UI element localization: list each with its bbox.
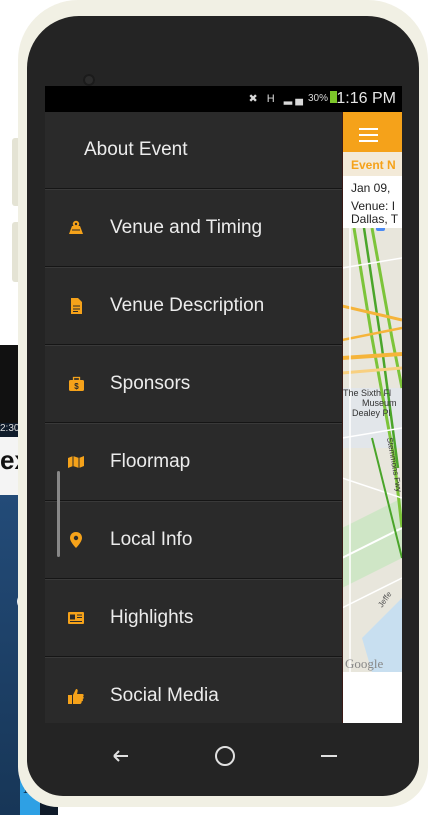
drawer-item-sponsors[interactable]: $ Sponsors (45, 346, 342, 422)
drawer-item-venue-description[interactable]: Venue Description (45, 268, 342, 344)
document-icon (71, 298, 82, 314)
event-date: Jan 09, (351, 181, 391, 195)
back-button[interactable] (101, 741, 141, 771)
thumbs-up-icon (68, 689, 84, 704)
drawer-item-floormap[interactable]: Floormap (45, 424, 342, 500)
network-type-icon: H (266, 93, 278, 105)
status-time: 1:16 PM (336, 90, 396, 107)
location-pin-icon (70, 532, 82, 548)
briefcase-dollar-icon: $ (69, 376, 84, 391)
event-city: Dallas, T (351, 212, 399, 226)
drawer-item-label: Local Info (110, 529, 193, 550)
folded-map-icon (68, 456, 84, 468)
drawer-item-label: Venue Description (110, 295, 265, 316)
volume-button (12, 138, 18, 206)
hamburger-menu-icon[interactable] (359, 128, 378, 146)
mute-icon: ✖ (248, 93, 261, 105)
drawer-item-label: Highlights (110, 607, 194, 628)
map-poi-label: The Sixth Fl (343, 388, 391, 398)
status-bar: ✖ H ▂▄ 30% 1:16 PM (45, 86, 402, 112)
newspaper-icon (68, 612, 84, 624)
drawer-item-label: Social Media (110, 685, 219, 706)
drawer-item-local-info[interactable]: Local Info (45, 502, 342, 578)
navigation-bar (45, 723, 402, 789)
phone-screen: ✖ H ▂▄ 30% 1:16 PM Event N Jan 09, Venue… (45, 86, 402, 723)
event-content: Event N Jan 09, Venue: I Dallas, T The S… (342, 112, 402, 723)
map-attribution: Google (345, 656, 384, 671)
menu-button[interactable] (309, 741, 349, 771)
menu-dash-icon (321, 755, 337, 757)
drawer-item-label: Sponsors (110, 373, 191, 394)
svg-text:$: $ (74, 382, 79, 391)
drawer-item-venue-and-timing[interactable]: Venue and Timing (45, 190, 342, 266)
drawer-item-highlights[interactable]: Highlights (45, 580, 342, 656)
event-name-header: Event N (342, 152, 402, 176)
background-phone-clock: 2:30 (0, 423, 20, 434)
map-icon (69, 220, 83, 234)
home-button[interactable] (205, 741, 245, 771)
signal-icons: ✖ H ▂▄ (248, 92, 306, 105)
front-camera (83, 74, 95, 86)
app-bar (342, 112, 402, 152)
event-map[interactable]: The Sixth Fl Museum Dealey Pl Stemmons F… (342, 228, 402, 672)
drawer-title: About Event (84, 139, 188, 160)
drawer-item-social-media[interactable]: Social Media (45, 658, 342, 723)
drawer-item-label: Venue and Timing (110, 217, 263, 238)
home-circle-icon (215, 746, 235, 766)
drawer-item-label: Floormap (110, 451, 191, 472)
navigation-drawer: About Event Venue and Timing Venue Descr… (45, 112, 343, 723)
map-poi-label: Dealey Pl (352, 408, 391, 418)
signal-strength-icon: ▂▄ (283, 93, 306, 105)
map-poi-label: Museum (362, 398, 397, 408)
battery-indicator: 30% (308, 91, 337, 104)
power-button (12, 222, 18, 282)
event-info: Jan 09, Venue: I Dallas, T (351, 182, 398, 226)
scroll-indicator (57, 471, 60, 557)
back-arrow-icon (113, 750, 128, 762)
